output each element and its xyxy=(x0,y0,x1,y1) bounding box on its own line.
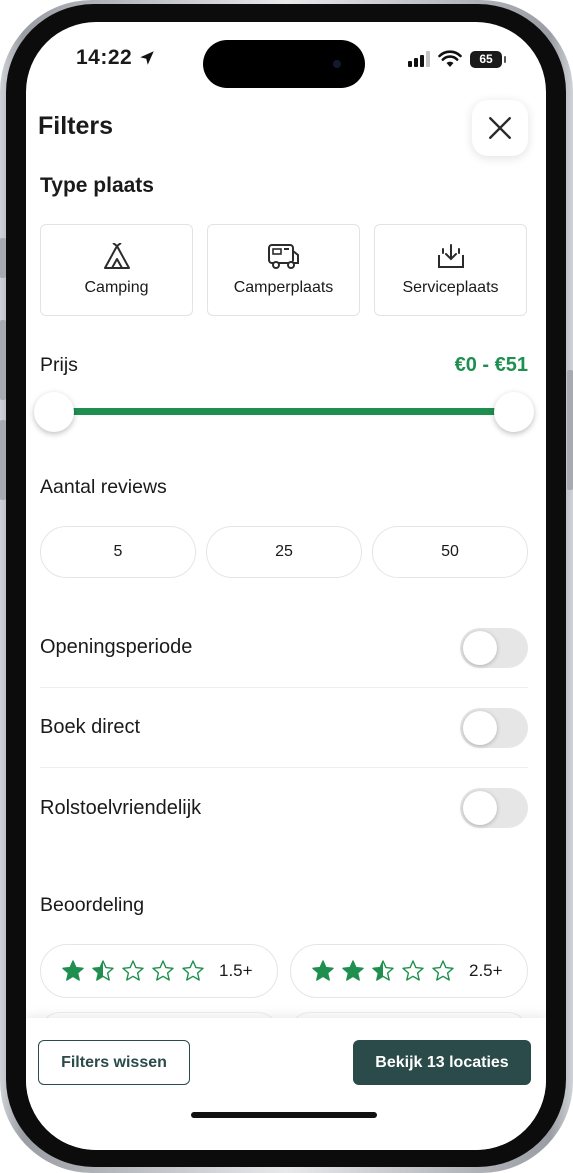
screen: 14:22 65 Filters Type plaats Camping Cam… xyxy=(26,22,546,1150)
star-empty-icon xyxy=(432,960,454,981)
toggle-label: Rolstoelvriendelijk xyxy=(40,796,202,819)
star-empty-icon xyxy=(402,960,424,981)
price-range-value: €0 - €51 xyxy=(454,354,528,376)
close-button[interactable] xyxy=(472,100,528,156)
battery-icon: 65 xyxy=(470,50,506,68)
type-option-serviceplaats[interactable]: Serviceplaats xyxy=(374,224,527,316)
type-section-title: Type plaats xyxy=(40,174,154,197)
cellular-signal-icon xyxy=(408,51,430,67)
rating-stars xyxy=(311,959,455,983)
status-time: 14:22 xyxy=(76,46,156,70)
openingsperiode-toggle[interactable] xyxy=(460,627,528,668)
price-slider-track[interactable] xyxy=(54,408,514,415)
reviews-label: Aantal reviews xyxy=(40,476,167,498)
star-half-icon xyxy=(92,960,114,981)
rating-value: 1.5+ xyxy=(219,961,253,980)
type-option-label: Serviceplaats xyxy=(402,279,499,296)
type-option-label: Camperplaats xyxy=(233,279,334,296)
toggle-label: Boek direct xyxy=(40,716,141,738)
close-icon xyxy=(489,117,511,139)
toggle-thumb xyxy=(463,791,497,825)
wifi-icon xyxy=(438,50,462,67)
reviews-option-50[interactable]: 50 xyxy=(372,526,528,578)
reviews-option-5[interactable]: 5 xyxy=(40,526,196,578)
price-label: Prijs xyxy=(40,354,78,376)
status-time-text: 14:22 xyxy=(76,46,133,69)
star-empty-icon xyxy=(122,960,144,981)
star-empty-icon xyxy=(182,960,204,981)
type-option-camping[interactable]: Camping xyxy=(40,224,193,316)
price-slider-max-handle[interactable] xyxy=(494,392,534,432)
star-half-icon xyxy=(372,960,394,981)
rating-label: Beoordeling xyxy=(40,894,145,916)
battery-level: 65 xyxy=(479,51,493,66)
camera-dot xyxy=(333,60,341,68)
star-full-icon xyxy=(312,960,334,981)
star-full-icon xyxy=(62,960,84,981)
toggle-row-rolstoelvriendelijk: Rolstoelvriendelijk xyxy=(40,768,528,848)
clear-filters-button[interactable]: Filters wissen xyxy=(38,1040,190,1085)
toggle-row-boek-direct: Boek direct xyxy=(40,688,528,768)
power-button xyxy=(567,370,573,490)
rating-stars xyxy=(61,959,205,983)
toggle-thumb xyxy=(463,630,497,665)
footer-bar: Filters wissen Bekijk 13 locaties xyxy=(26,1018,546,1150)
dynamic-island xyxy=(203,40,365,88)
type-option-camperplaats[interactable]: Camperplaats xyxy=(207,224,360,316)
page-title: Filters xyxy=(38,112,114,140)
toggle-label: Openingsperiode xyxy=(40,636,193,658)
rating-option-2-5[interactable]: 2.5+ xyxy=(290,944,528,998)
reviews-option-25[interactable]: 25 xyxy=(206,526,362,578)
tent-icon xyxy=(103,243,130,269)
star-empty-icon xyxy=(152,960,174,981)
rating-option-1-5[interactable]: 1.5+ xyxy=(40,944,278,998)
price-slider-min-handle[interactable] xyxy=(34,392,74,432)
service-icon xyxy=(437,244,464,268)
status-icons: 65 xyxy=(408,50,506,68)
rating-value: 2.5+ xyxy=(469,961,503,980)
show-results-button[interactable]: Bekijk 13 locaties xyxy=(353,1040,531,1085)
boek-direct-toggle[interactable] xyxy=(460,707,528,748)
toggle-thumb xyxy=(463,710,497,745)
camper-icon xyxy=(267,244,299,269)
rolstoelvriendelijk-toggle[interactable] xyxy=(460,788,528,828)
star-full-icon xyxy=(342,960,364,981)
home-indicator xyxy=(191,1112,377,1118)
location-arrow-icon xyxy=(140,51,154,65)
toggle-row-openingsperiode: Openingsperiode xyxy=(40,608,528,688)
type-option-label: Camping xyxy=(84,279,149,296)
